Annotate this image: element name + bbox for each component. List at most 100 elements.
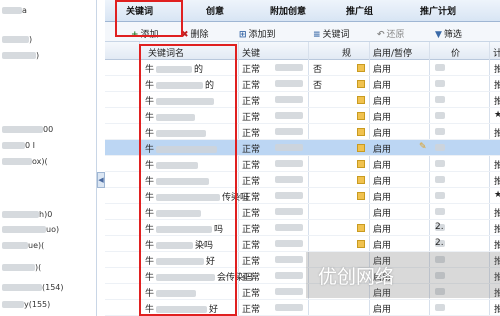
enable-state-cell[interactable]: 启用	[373, 158, 391, 171]
sidebar-item[interactable]: )	[2, 51, 39, 60]
sidebar-item-label: ox)(	[32, 157, 48, 166]
match-cell: 否	[313, 81, 323, 91]
plan-cell: 推	[494, 225, 500, 235]
note-icon[interactable]	[357, 96, 365, 104]
note-icon[interactable]	[357, 128, 365, 136]
enable-state-cell[interactable]: 启用	[373, 94, 391, 107]
redacted-text	[275, 144, 303, 151]
header-match[interactable]: 规	[342, 46, 351, 59]
sidebar-item-label: 0 I	[25, 141, 35, 150]
status-cell: 正常	[242, 129, 261, 139]
account-tree-sidebar[interactable]: a)) 00 0 I ox)( h)0 uo) ue)( )( (154) y(155)	[0, 0, 97, 316]
redacted-text	[2, 52, 36, 59]
sidebar-item[interactable]: (154)	[2, 283, 64, 292]
sidebar-item-label: )	[29, 35, 33, 44]
note-icon[interactable]	[357, 176, 365, 184]
note-icon[interactable]	[357, 240, 365, 248]
enable-state-cell[interactable]: 启用	[373, 62, 391, 75]
header-enable-pause[interactable]: 启用/暂停	[373, 46, 412, 59]
match-cell: 否	[313, 65, 323, 75]
redacted-text	[435, 144, 445, 151]
sidebar-item[interactable]: 00	[2, 125, 53, 134]
enable-state-cell[interactable]: 启用	[373, 126, 391, 139]
sidebar-item[interactable]: h)0	[2, 210, 52, 219]
note-icon[interactable]	[357, 112, 365, 120]
edit-icon[interactable]: ✎	[419, 142, 427, 152]
tab-creative[interactable]: 创意	[206, 4, 224, 17]
status-cell: 正常	[242, 225, 261, 235]
redacted-text	[435, 160, 445, 167]
redacted-text	[275, 304, 303, 311]
enable-state-cell[interactable]: 启用	[373, 238, 391, 251]
note-icon[interactable]	[357, 160, 365, 168]
header-plan[interactable]: 计	[493, 46, 500, 59]
price-cell[interactable]: 2.	[435, 222, 444, 232]
note-icon[interactable]	[357, 64, 365, 72]
undo-icon: ↶	[377, 30, 385, 40]
tab-campaign[interactable]: 推广计划	[420, 4, 456, 17]
redacted-text	[435, 304, 445, 311]
enable-state-cell[interactable]: 启用	[373, 78, 391, 91]
status-cell: 正常	[242, 273, 261, 283]
status-cell: 正常	[242, 177, 261, 187]
redacted-text	[2, 158, 32, 165]
collapse-sidebar-button[interactable]: ◀	[97, 172, 105, 188]
sidebar-item[interactable]: )	[2, 35, 32, 44]
tab-ad-group[interactable]: 推广组	[346, 4, 373, 17]
sidebar-item[interactable]: uo)	[2, 225, 59, 234]
add-to-button[interactable]: ⊞ 添加到	[239, 27, 276, 40]
redacted-text	[435, 176, 445, 183]
tab-add-creative[interactable]: 附加创意	[270, 4, 306, 17]
filter-button[interactable]: ▼ 筛选	[435, 27, 462, 40]
highlight-keyword-tab	[115, 0, 183, 37]
redacted-text	[2, 301, 24, 308]
header-status[interactable]: 关键	[242, 46, 260, 59]
plan-cell: 推	[494, 129, 500, 139]
delete-button[interactable]: ✖ 删除	[181, 27, 209, 40]
redacted-text	[275, 128, 303, 135]
redacted-text	[435, 192, 445, 199]
enable-state-cell[interactable]: 启用	[373, 222, 391, 235]
enable-state-cell[interactable]: 启用	[373, 190, 391, 203]
status-cell: 正常	[242, 97, 261, 107]
sidebar-item[interactable]: )(	[2, 263, 41, 272]
sidebar-item[interactable]: ue)(	[2, 241, 44, 250]
redacted-text	[275, 208, 303, 215]
redacted-text	[2, 126, 43, 133]
sidebar-item-label: a	[22, 6, 27, 15]
enable-state-cell[interactable]: 启用	[373, 142, 391, 155]
sidebar-item-label: 00	[43, 125, 54, 134]
keyword-tool-button[interactable]: ≡ 关键词	[313, 27, 350, 40]
plan-cell: ★	[494, 110, 500, 120]
sidebar-item[interactable]: y(155)	[2, 300, 50, 309]
sidebar-item[interactable]: a	[2, 6, 27, 15]
redacted-text	[435, 208, 445, 215]
status-cell: 正常	[242, 81, 261, 91]
note-icon[interactable]	[357, 144, 365, 152]
note-icon[interactable]	[357, 224, 365, 232]
redacted-text	[275, 272, 303, 279]
restore-button[interactable]: ↶ 还原	[377, 27, 405, 40]
redacted-text	[2, 7, 22, 14]
sidebar-item-label: (154)	[42, 283, 64, 292]
enable-state-cell[interactable]: 启用	[373, 302, 391, 315]
filter-icon: ▼	[435, 30, 442, 40]
sidebar-item-label: uo)	[46, 225, 60, 234]
redacted-text	[275, 288, 303, 295]
status-cell: 正常	[242, 257, 261, 267]
plan-cell: 推	[494, 209, 500, 219]
redacted-text	[275, 64, 303, 71]
enable-state-cell[interactable]: 启用	[373, 206, 391, 219]
header-price[interactable]: 价	[451, 46, 460, 59]
redacted-text	[2, 211, 39, 218]
note-icon[interactable]	[357, 192, 365, 200]
plan-cell: 推	[494, 241, 500, 251]
sidebar-item[interactable]: 0 I	[2, 141, 35, 150]
status-cell: 正常	[242, 209, 261, 219]
sidebar-item-label: h)0	[39, 210, 53, 219]
enable-state-cell[interactable]: 启用	[373, 174, 391, 187]
price-cell[interactable]: 2.	[435, 238, 444, 248]
sidebar-item[interactable]: ox)(	[2, 157, 48, 166]
note-icon[interactable]	[357, 80, 365, 88]
enable-state-cell[interactable]: 启用	[373, 110, 391, 123]
